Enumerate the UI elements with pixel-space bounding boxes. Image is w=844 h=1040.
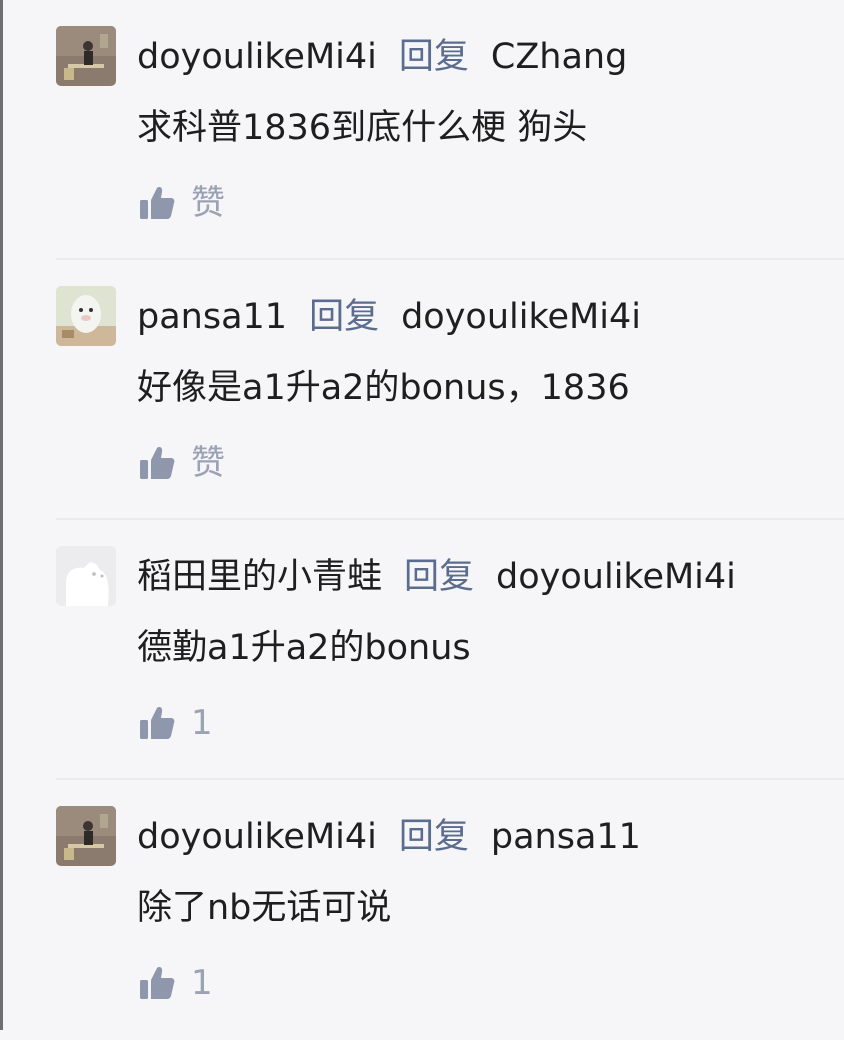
reply-target-link[interactable]: CZhang xyxy=(491,37,627,77)
comment-list: doyoulikeMi4i 回复 CZhang 求科普1836到底什么梗 狗头 赞 xyxy=(3,0,844,1030)
thumbs-up-icon xyxy=(140,707,175,739)
figure-avatar-icon xyxy=(56,806,116,866)
comment-text: 求科普1836到底什么梗 狗头 xyxy=(137,108,588,148)
like-label: 赞 xyxy=(191,183,225,223)
thumbs-up-icon xyxy=(140,967,175,999)
reply-label: 回复 xyxy=(398,37,469,77)
username-link[interactable]: doyoulikeMi4i xyxy=(137,37,377,77)
avatar[interactable] xyxy=(56,286,116,346)
avatar[interactable] xyxy=(56,546,116,606)
like-label: 赞 xyxy=(191,443,225,483)
reply-target-link[interactable]: pansa11 xyxy=(491,817,641,857)
avatar[interactable] xyxy=(56,806,116,866)
like-count: 1 xyxy=(191,703,213,743)
reply-target-link[interactable]: doyoulikeMi4i xyxy=(496,557,736,597)
comment-header: doyoulikeMi4i 回复 pansa11 xyxy=(137,812,641,862)
username-link[interactable]: doyoulikeMi4i xyxy=(137,817,377,857)
comment-header: 稻田里的小青蛙 回复 doyoulikeMi4i xyxy=(137,552,736,602)
like-button[interactable]: 赞 xyxy=(137,440,225,486)
like-button[interactable]: 赞 xyxy=(137,180,225,226)
username-link[interactable]: 稻田里的小青蛙 xyxy=(137,557,382,597)
comment-text: 好像是a1升a2的bonus，1836 xyxy=(137,368,630,408)
comment-item: doyoulikeMi4i 回复 CZhang 求科普1836到底什么梗 狗头 赞 xyxy=(3,0,844,260)
comment-header: doyoulikeMi4i 回复 CZhang xyxy=(137,32,627,82)
comment-header: pansa11 回复 doyoulikeMi4i xyxy=(137,292,641,342)
like-count: 1 xyxy=(191,963,213,1003)
reply-label: 回复 xyxy=(398,817,469,857)
thumbs-up-icon xyxy=(140,187,175,219)
cartoon-avatar-icon xyxy=(56,286,116,346)
thumbs-up-icon xyxy=(140,447,175,479)
comment-item: pansa11 回复 doyoulikeMi4i 好像是a1升a2的bonus，18… xyxy=(3,260,844,520)
comment-item: doyoulikeMi4i 回复 pansa11 除了nb无话可说 1 xyxy=(3,780,844,1040)
like-button[interactable]: 1 xyxy=(137,960,213,1006)
reply-label: 回复 xyxy=(309,297,380,337)
figure-avatar-icon xyxy=(56,26,116,86)
dog-avatar-icon xyxy=(56,546,116,606)
reply-label: 回复 xyxy=(404,557,475,597)
comment-text: 除了nb无话可说 xyxy=(137,888,392,928)
like-button[interactable]: 1 xyxy=(137,700,213,746)
comment-item: 稻田里的小青蛙 回复 doyoulikeMi4i 德勤a1升a2的bonus 1 xyxy=(3,520,844,780)
avatar[interactable] xyxy=(56,26,116,86)
comment-text: 德勤a1升a2的bonus xyxy=(137,628,471,668)
reply-target-link[interactable]: doyoulikeMi4i xyxy=(401,297,641,337)
username-link[interactable]: pansa11 xyxy=(137,297,287,337)
